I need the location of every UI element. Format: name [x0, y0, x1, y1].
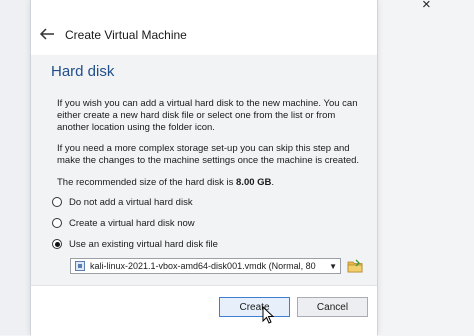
recommended-size-prefix: The recommended size of the hard disk is: [57, 177, 237, 188]
existing-disk-select[interactable]: kali-linux-2021.1-vbox-amd64-disk001.vmd…: [70, 258, 341, 274]
close-icon[interactable]: ×: [422, 0, 431, 13]
recommended-size-suffix: .: [271, 177, 275, 188]
option-no-disk-label: Do not add a virtual hard disk: [69, 196, 193, 208]
option-existing-disk-label: Use an existing virtual hard disk file: [69, 238, 218, 250]
radio-create-disk[interactable]: [52, 218, 62, 228]
recommended-size-text: The recommended size of the hard disk is…: [57, 177, 274, 188]
page-heading: Hard disk: [51, 63, 115, 80]
background-left: [0, 0, 30, 335]
hard-disk-icon: [75, 261, 85, 271]
folder-icon[interactable]: [347, 258, 363, 274]
cancel-button[interactable]: Cancel: [297, 297, 368, 317]
storage-paragraph: If you need a more complex storage set-u…: [57, 143, 360, 166]
dialog-footer: Create Cancel: [31, 285, 377, 336]
create-button[interactable]: Create: [219, 297, 290, 317]
recommended-size-value: 8.00 GB: [236, 177, 272, 188]
existing-disk-value: kali-linux-2021.1-vbox-amd64-disk001.vmd…: [90, 261, 316, 271]
option-create-disk-label: Create a virtual hard disk now: [69, 217, 195, 229]
radio-no-disk[interactable]: [52, 197, 62, 207]
dialog-title: Create Virtual Machine: [65, 28, 187, 42]
chevron-down-icon[interactable]: ▼: [329, 262, 337, 271]
option-existing-disk[interactable]: Use an existing virtual hard disk file: [52, 237, 218, 251]
create-vm-dialog: Create Virtual Machine Hard disk If you …: [30, 0, 378, 336]
background-right: [376, 0, 474, 335]
option-no-disk[interactable]: Do not add a virtual hard disk: [52, 195, 193, 209]
dialog-header: Create Virtual Machine: [31, 0, 377, 55]
option-create-disk[interactable]: Create a virtual hard disk now: [52, 216, 195, 230]
mouse-pointer-icon: [262, 306, 274, 324]
hard-disk-page: Hard disk If you wish you can add a virt…: [31, 55, 377, 285]
intro-paragraph: If you wish you can add a virtual hard d…: [57, 98, 358, 133]
radio-existing-disk[interactable]: [52, 239, 62, 249]
back-arrow-icon[interactable]: [39, 27, 55, 41]
